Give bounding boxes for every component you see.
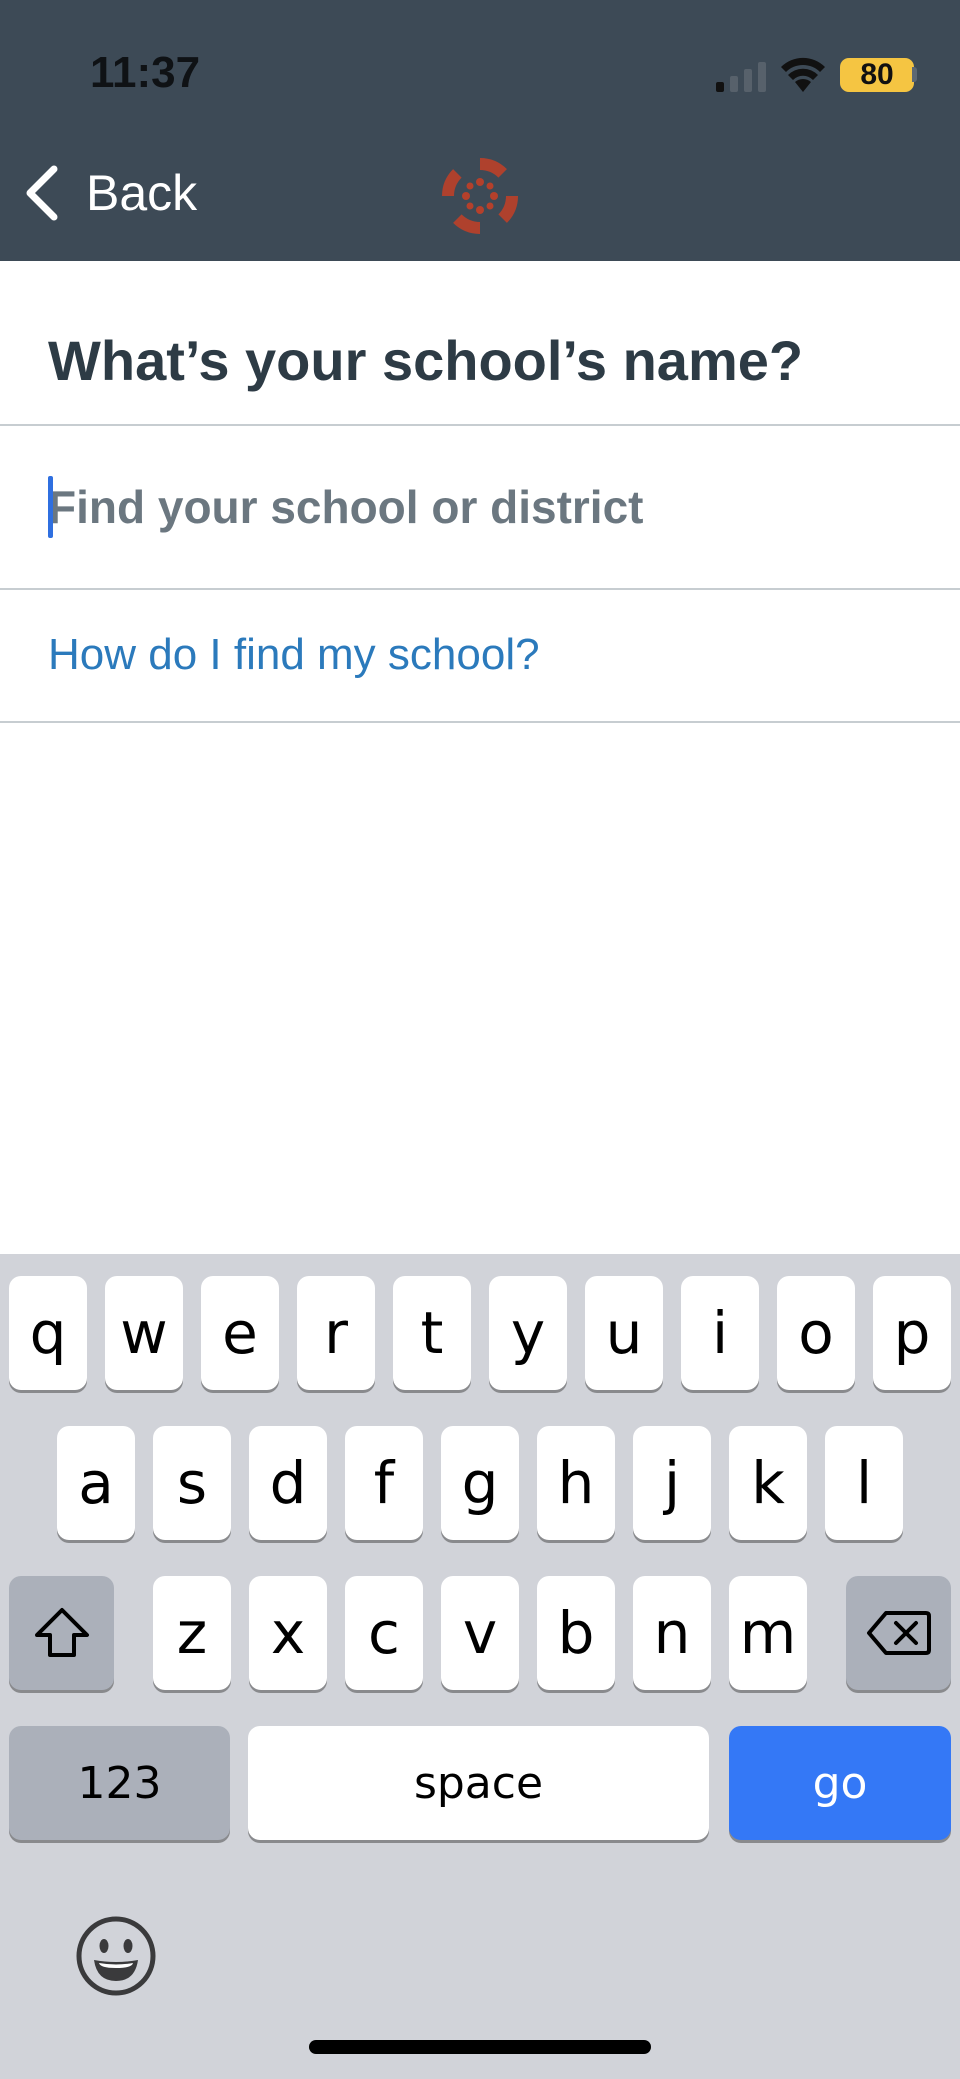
app-header: 11:37 80 Back bbox=[0, 0, 960, 261]
numbers-key[interactable]: 123 bbox=[9, 1726, 230, 1840]
chevron-left-icon bbox=[26, 165, 58, 221]
key-q[interactable]: q bbox=[9, 1276, 87, 1390]
home-indicator bbox=[309, 2040, 651, 2054]
key-f[interactable]: f bbox=[345, 1426, 423, 1540]
go-key[interactable]: go bbox=[729, 1726, 951, 1840]
backspace-icon bbox=[866, 1611, 931, 1655]
wifi-icon bbox=[781, 57, 825, 92]
key-n[interactable]: n bbox=[633, 1576, 711, 1690]
key-y[interactable]: y bbox=[489, 1276, 567, 1390]
cellular-signal-icon bbox=[716, 62, 766, 92]
key-h[interactable]: h bbox=[537, 1426, 615, 1540]
back-label: Back bbox=[86, 165, 198, 221]
key-z[interactable]: z bbox=[153, 1576, 231, 1690]
battery-indicator: 80 bbox=[840, 58, 914, 92]
find-school-help-link[interactable]: How do I find my school? bbox=[48, 630, 540, 680]
school-search-input[interactable] bbox=[48, 474, 928, 540]
key-t[interactable]: t bbox=[393, 1276, 471, 1390]
divider bbox=[0, 588, 960, 590]
key-c[interactable]: c bbox=[345, 1576, 423, 1690]
battery-tip bbox=[912, 67, 917, 82]
delete-key[interactable] bbox=[846, 1576, 951, 1690]
key-j[interactable]: j bbox=[633, 1426, 711, 1540]
text-cursor bbox=[48, 476, 53, 538]
shift-key[interactable] bbox=[9, 1576, 114, 1690]
key-p[interactable]: p bbox=[873, 1276, 951, 1390]
key-b[interactable]: b bbox=[537, 1576, 615, 1690]
key-k[interactable]: k bbox=[729, 1426, 807, 1540]
key-l[interactable]: l bbox=[825, 1426, 903, 1540]
key-d[interactable]: d bbox=[249, 1426, 327, 1540]
key-o[interactable]: o bbox=[777, 1276, 855, 1390]
space-key[interactable]: space bbox=[248, 1726, 709, 1840]
emoji-icon[interactable] bbox=[75, 1915, 157, 1997]
key-w[interactable]: w bbox=[105, 1276, 183, 1390]
key-u[interactable]: u bbox=[585, 1276, 663, 1390]
key-i[interactable]: i bbox=[681, 1276, 759, 1390]
divider bbox=[0, 424, 960, 426]
key-v[interactable]: v bbox=[441, 1576, 519, 1690]
key-e[interactable]: e bbox=[201, 1276, 279, 1390]
key-s[interactable]: s bbox=[153, 1426, 231, 1540]
key-m[interactable]: m bbox=[729, 1576, 807, 1690]
key-g[interactable]: g bbox=[441, 1426, 519, 1540]
status-time: 11:37 bbox=[90, 48, 201, 97]
key-x[interactable]: x bbox=[249, 1576, 327, 1690]
canvas-logo-icon bbox=[441, 157, 519, 235]
back-button[interactable]: Back bbox=[22, 158, 197, 228]
shift-icon bbox=[34, 1608, 89, 1657]
page-title: What’s your school’s name? bbox=[48, 329, 804, 392]
key-r[interactable]: r bbox=[297, 1276, 375, 1390]
divider bbox=[0, 721, 960, 723]
key-a[interactable]: a bbox=[57, 1426, 135, 1540]
